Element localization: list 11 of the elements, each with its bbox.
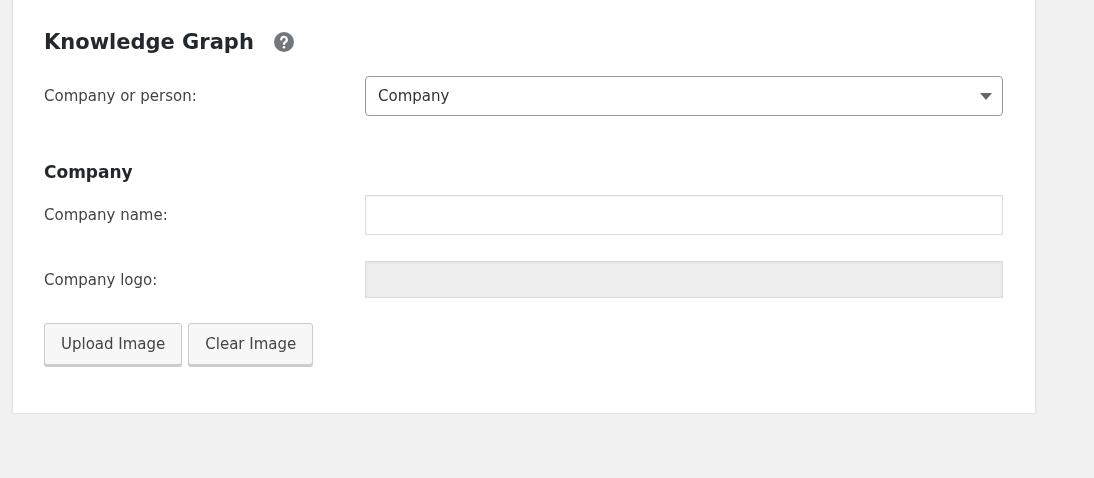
field-label: Company logo:: [44, 270, 159, 289]
image-button[interactable]: Upload Image: [44, 323, 183, 365]
caret-icon: [980, 92, 992, 100]
image-button[interactable]: Clear Image: [188, 323, 314, 365]
help-icon[interactable]: [273, 32, 294, 52]
subsection-title: Company: [44, 162, 134, 182]
field-label: Company name:: [44, 206, 169, 224]
section-title: Knowledge Graph: [44, 30, 254, 54]
field-label: Company or person:: [44, 87, 198, 105]
type-select[interactable]: Company: [365, 76, 1003, 116]
text-field[interactable]: [365, 195, 1003, 235]
